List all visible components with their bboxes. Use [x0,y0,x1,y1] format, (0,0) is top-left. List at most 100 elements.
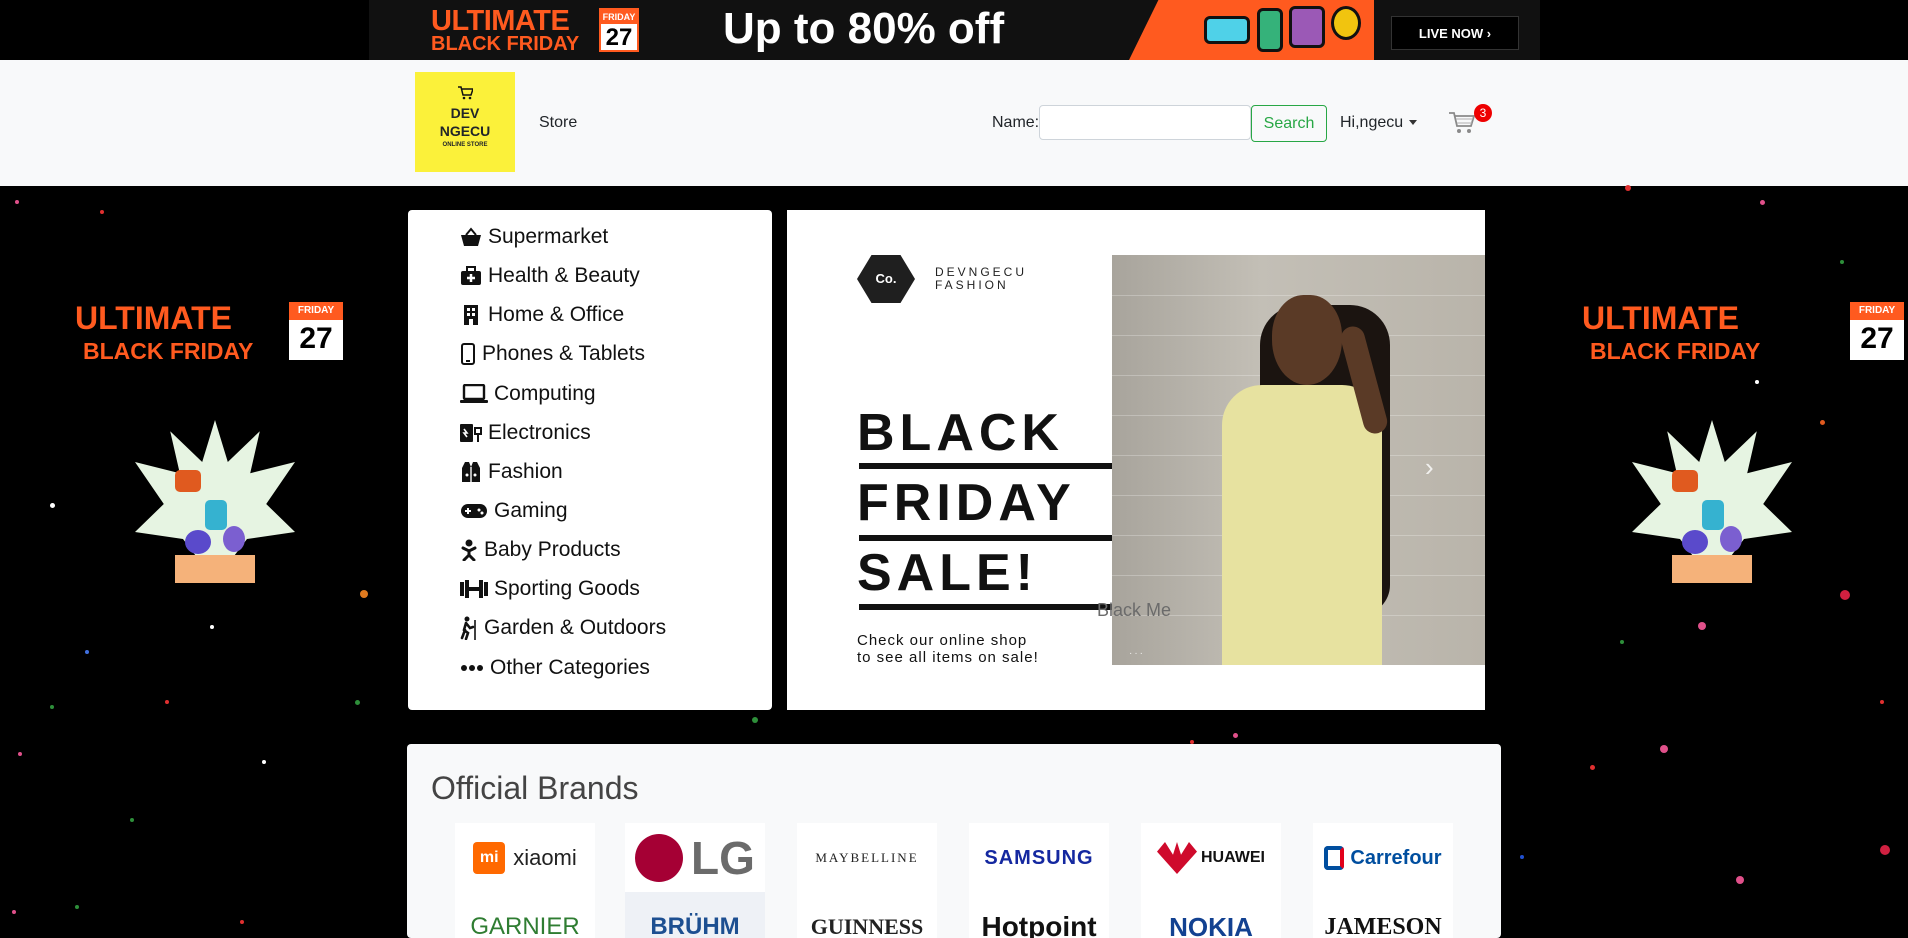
headphones-icon [1331,6,1361,40]
search-name-label: Name: [992,114,1040,131]
huawei-logo-icon [1157,842,1197,874]
side-black-friday-text: BLACK FRIDAY [83,338,254,364]
category-electronics[interactable]: Electronics [458,418,591,448]
brand-tile-maybelline[interactable]: MAYBELLINE [797,823,937,893]
logo-line-1: DEV [450,105,480,121]
carrefour-logo-icon [1324,846,1345,870]
medkit-icon [458,264,484,288]
co-logo: Co. [857,255,915,303]
carousel-indicators[interactable]: ··· [1129,648,1145,659]
cart-icon[interactable] [1448,110,1476,136]
category-garden-outdoors[interactable]: Garden & Outdoors [458,613,666,643]
live-now-button[interactable]: LIVE NOW › [1391,16,1519,50]
category-other[interactable]: Other Categories [458,653,650,683]
building-icon [458,303,484,327]
category-label: Supermarket [488,225,609,248]
tablet-icon [1289,6,1325,48]
category-label: Garden & Outdoors [484,616,667,639]
brand-tile-jameson[interactable]: JAMESON [1313,892,1453,938]
side-black-friday-text: BLACK FRIDAY [1590,338,1761,364]
hiking-icon [458,616,480,640]
phone-icon [458,342,478,366]
ellipsis-icon [458,656,486,680]
headline-line-3: SALE! [857,544,1038,602]
store-logo[interactable]: DEV NGECU ONLINE STORE [415,72,515,172]
category-fashion[interactable]: Fashion [458,457,563,487]
vest-icon [458,460,484,484]
right-side-promo[interactable]: ULTIMATE BLACK FRIDAY FRIDAY 27 [1582,290,1904,600]
lg-logo-icon [635,834,684,882]
category-home-office[interactable]: Home & Office [458,300,624,330]
laptop-icon [458,382,490,406]
navbar: DEV NGECU ONLINE STORE Store Name: Searc… [0,60,1908,186]
category-label: Gaming [494,499,568,522]
left-side-promo[interactable]: ULTIMATE BLACK FRIDAY FRIDAY 27 [75,290,345,600]
dumbbell-icon [458,577,490,601]
promo-subtext: Check our online shop to see all items o… [857,632,1039,666]
baby-icon [458,538,480,562]
category-label: Computing [494,382,596,405]
headline-line-1: BLACK [857,404,1064,462]
gamepad-icon [458,499,490,523]
brand-tile-nokia[interactable]: NOKIA [1141,892,1281,938]
cart-logo-icon [415,86,515,103]
category-gaming[interactable]: Gaming [458,496,568,526]
brand-tile-samsung[interactable]: SAMSUNG [969,823,1109,893]
category-baby-products[interactable]: Baby Products [458,535,621,565]
category-label: Fashion [488,460,563,483]
category-supermarket[interactable]: Supermarket [458,222,608,252]
headline-line-2: FRIDAY [857,474,1076,532]
gift-burst-graphic [135,420,295,560]
brand-tile-hotpoint[interactable]: Hotpoint [969,892,1109,938]
banner-deal-text: Up to 80% off [723,4,1005,53]
gift-box-graphic [1672,555,1752,583]
store-link[interactable]: Store [539,114,577,132]
fashion-brand-text: DEVNGECU FASHION [935,265,1028,292]
category-label: Baby Products [484,538,621,561]
category-label: Other Categories [490,656,650,679]
category-phones-tablets[interactable]: Phones & Tablets [458,339,645,369]
top-promo-banner[interactable]: ULTIMATE BLACK FRIDAY FRIDAY 27 Up to 80… [0,0,1908,60]
brand-tile-carrefour[interactable]: Carrefour [1313,823,1453,893]
brand-tile-bruhm[interactable]: BRÜHM [625,892,765,938]
search-input[interactable] [1039,105,1251,140]
calendar-icon: FRIDAY 27 [1850,302,1904,360]
user-dropdown[interactable]: Hi,ngecu [1340,114,1418,132]
category-menu: Supermarket Health & Beauty Home & Offic… [408,210,772,710]
brand-tile-guinness[interactable]: GUINNESS [797,892,937,938]
basket-icon [458,225,484,249]
search-button[interactable]: Search [1251,105,1327,142]
phone-icon [1257,8,1283,52]
carousel-next-icon[interactable]: › [1425,452,1434,483]
category-computing[interactable]: Computing [458,379,596,409]
gift-burst-graphic [1632,420,1792,560]
brand-tile-huawei[interactable]: HUAWEI [1141,823,1281,893]
category-label: Sporting Goods [494,577,640,600]
caret-down-icon [1409,120,1418,126]
category-health-beauty[interactable]: Health & Beauty [458,261,640,291]
side-ultimate-text: ULTIMATE [1582,300,1739,336]
brands-title: Official Brands [431,770,639,806]
cart-count-badge: 3 [1474,104,1492,122]
category-label: Home & Office [488,303,625,326]
side-ultimate-text: ULTIMATE [75,300,232,336]
laptop-icon [1204,16,1250,44]
category-sporting-goods[interactable]: Sporting Goods [458,574,640,604]
category-label: Phones & Tablets [482,342,646,365]
calendar-icon: FRIDAY 27 [599,8,639,52]
brand-tile-garnier[interactable]: GARNIER [455,892,595,938]
plug-icon [458,421,484,445]
user-greeting: Hi,ngecu [1340,114,1404,131]
calendar-icon: FRIDAY 27 [289,302,343,360]
official-brands-section: Official Brands mi xiaomi LG MAYBELLINE … [407,744,1501,938]
gift-box-graphic [175,555,255,583]
logo-line-2: NGECU [439,123,491,139]
brand-tile-xiaomi[interactable]: mi xiaomi [455,823,595,893]
xiaomi-logo-icon: mi [473,842,506,874]
logo-line-3: ONLINE STORE [442,142,488,148]
hero-carousel[interactable]: Co. DEVNGECU FASHION BLACK FRIDAY SALE! … [787,210,1485,710]
category-label: Health & Beauty [488,264,640,287]
brand-tile-lg[interactable]: LG [625,823,765,893]
banner-black-friday-text: BLACK FRIDAY [431,33,580,55]
category-label: Electronics [488,421,591,444]
